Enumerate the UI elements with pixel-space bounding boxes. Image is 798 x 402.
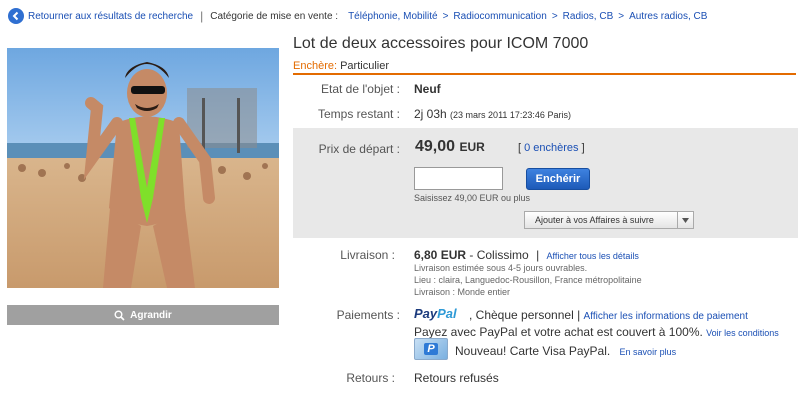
add-to-watchlist-button[interactable]: Ajouter à vos Affaires à suivre	[524, 211, 694, 229]
back-arrow-icon[interactable]	[8, 8, 24, 24]
returns-value: Retours refusés	[414, 371, 499, 385]
item-image-panel: Agrandir	[7, 48, 279, 325]
item-location: Lieu : claira, Languedoc-Rousillon, Fran…	[414, 275, 642, 285]
start-price-label: Prix de départ :	[318, 142, 400, 156]
back-to-results-link[interactable]: Retourner aux résultats de recherche	[28, 11, 193, 22]
enlarge-button[interactable]: Agrandir	[7, 305, 279, 325]
delivery-estimate: Livraison estimée sous 4-5 jours ouvrabl…	[414, 263, 588, 273]
returns-label: Retours :	[346, 371, 395, 385]
item-title: Lot de deux accessoires pour ICOM 7000	[293, 35, 589, 52]
start-price: 49,00 EUR	[415, 138, 485, 155]
shipping-price: 6,80 EUR	[414, 248, 467, 262]
condition-label: Etat de l'objet :	[320, 82, 400, 96]
bid-amount-input[interactable]	[414, 167, 503, 190]
breadcrumb: Téléphonie, Mobilité > Radiocommunication >…	[348, 10, 708, 22]
title-divider	[293, 73, 796, 75]
paypal-logo: PayPal	[414, 306, 457, 321]
paypal-coverage: Payez avec PayPal et votre achat est cou…	[414, 325, 779, 339]
payment-methods: , Chèque personnel | Afficher les inform…	[469, 308, 748, 322]
shipping-summary: 6,80 EUR - Colissimo | Afficher tous les…	[414, 248, 639, 262]
learn-more-link[interactable]: En savoir plus	[620, 347, 677, 357]
payment-label: Paiements :	[336, 308, 400, 322]
place-bid-button[interactable]: Enchérir	[526, 168, 590, 190]
currency: EUR	[459, 140, 485, 154]
payment-info-link[interactable]: Afficher les informations de paiement	[584, 311, 748, 322]
breadcrumb-item[interactable]: Radiocommunication	[453, 11, 546, 22]
time-left-label: Temps restant :	[317, 107, 400, 121]
bid-type-label: Enchère:	[293, 60, 338, 72]
watchlist-label: Ajouter à vos Affaires à suivre	[535, 215, 654, 225]
top-navigation-bar: Retourner aux résultats de recherche | C…	[8, 6, 707, 26]
breadcrumb-item[interactable]: Autres radios, CB	[629, 11, 707, 22]
condition-value: Neuf	[414, 82, 441, 96]
end-date: (23 mars 2011 17:23:46 Paris)	[450, 110, 571, 120]
paypal-card-icon: P	[414, 338, 448, 360]
breadcrumb-item[interactable]: Radios, CB	[563, 11, 614, 22]
enlarge-label: Agrandir	[130, 309, 172, 321]
ships-to: Livraison : Monde entier	[414, 287, 511, 297]
separator: |	[200, 9, 204, 23]
bid-hint: Saisissez 49,00 EUR ou plus	[414, 193, 531, 203]
seller-type: Enchère: Particulier	[293, 60, 389, 72]
item-photo[interactable]	[7, 48, 279, 288]
bid-type-value: Particulier	[340, 60, 389, 72]
paypal-card-promo: Nouveau! Carte Visa PayPal. En savoir pl…	[455, 344, 677, 358]
shipping-label: Livraison :	[340, 248, 395, 262]
bid-count: [ 0 enchères ]	[518, 142, 585, 154]
conditions-link[interactable]: Voir les conditions	[706, 328, 779, 338]
chevron-down-icon[interactable]	[677, 212, 693, 228]
breadcrumb-item[interactable]: Téléphonie, Mobilité	[348, 11, 438, 22]
category-label: Catégorie de mise en vente :	[210, 10, 339, 22]
shipping-method: - Colissimo	[469, 248, 529, 262]
shipping-details-link[interactable]: Afficher tous les détails	[547, 251, 639, 261]
zoom-icon	[114, 310, 125, 321]
time-left-value: 2j 03h (23 mars 2011 17:23:46 Paris)	[414, 107, 571, 121]
bid-history-link[interactable]: 0 enchères	[524, 142, 578, 154]
